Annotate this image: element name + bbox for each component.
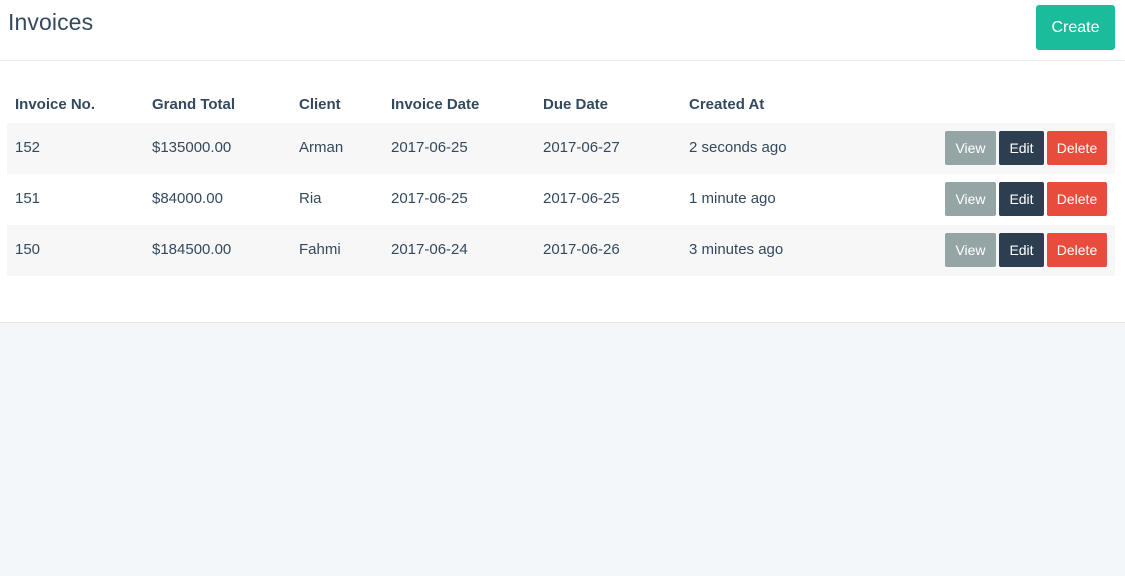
table-header: Invoice No. Grand Total Client Invoice D… (7, 84, 1115, 123)
invoices-panel: Invoices Create Invoice No. Grand Total … (0, 0, 1125, 323)
page-title: Invoices (8, 9, 94, 35)
column-header-client: Client (299, 96, 341, 113)
cell-created-at: 3 minutes ago (689, 241, 784, 258)
cell-due-date: 2017-06-27 (543, 139, 620, 156)
column-header-invoice-date: Invoice Date (391, 96, 480, 113)
delete-button[interactable]: Delete (1047, 182, 1107, 216)
cell-created-at: 2 seconds ago (689, 139, 787, 156)
column-header-grand-total: Grand Total (152, 96, 236, 113)
cell-created-at: 1 minute ago (689, 190, 776, 207)
edit-button[interactable]: Edit (999, 182, 1044, 216)
panel-header: Invoices Create (0, 0, 1125, 61)
cell-grand-total: $135000.00 (152, 139, 232, 156)
cell-grand-total: $84000.00 (152, 190, 223, 207)
create-button[interactable]: Create (1036, 5, 1115, 50)
cell-invoice-no: 151 (15, 190, 41, 207)
cell-invoice-date: 2017-06-25 (391, 139, 468, 156)
column-header-invoice-no: Invoice No. (15, 96, 96, 113)
cell-invoice-date: 2017-06-24 (391, 241, 468, 258)
column-header-due-date: Due Date (543, 96, 609, 113)
invoices-table: Invoice No. Grand Total Client Invoice D… (7, 84, 1115, 276)
cell-invoice-date: 2017-06-25 (391, 190, 468, 207)
delete-button[interactable]: Delete (1047, 131, 1107, 165)
cell-client: Ria (299, 190, 322, 207)
table-row: 152 $135000.00 Arman 2017-06-25 2017-06-… (7, 123, 1115, 174)
table-row: 150 $184500.00 Fahmi 2017-06-24 2017-06-… (7, 225, 1115, 276)
view-button[interactable]: View (945, 131, 996, 165)
cell-invoice-no: 152 (15, 139, 41, 156)
cell-grand-total: $184500.00 (152, 241, 232, 258)
delete-button[interactable]: Delete (1047, 233, 1107, 267)
cell-client: Fahmi (299, 241, 341, 258)
edit-button[interactable]: Edit (999, 131, 1044, 165)
table-row: 151 $84000.00 Ria 2017-06-25 2017-06-25 … (7, 174, 1115, 225)
cell-invoice-no: 150 (15, 241, 41, 258)
cell-due-date: 2017-06-25 (543, 190, 620, 207)
column-header-created-at: Created At (689, 96, 765, 113)
view-button[interactable]: View (945, 233, 996, 267)
cell-client: Arman (299, 139, 344, 156)
view-button[interactable]: View (945, 182, 996, 216)
edit-button[interactable]: Edit (999, 233, 1044, 267)
cell-due-date: 2017-06-26 (543, 241, 620, 258)
